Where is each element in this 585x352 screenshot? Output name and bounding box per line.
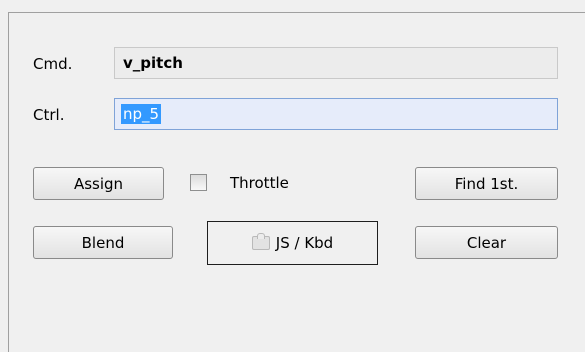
- js-kbd-button[interactable]: JS / Kbd: [207, 221, 378, 265]
- find-first-button[interactable]: Find 1st.: [415, 167, 558, 200]
- throttle-checkbox[interactable]: [190, 174, 207, 191]
- cmd-label: Cmd.: [33, 55, 73, 73]
- cmd-field: v_pitch: [114, 47, 558, 79]
- assign-button[interactable]: Assign: [33, 167, 164, 200]
- ctrl-input[interactable]: np_5: [114, 98, 558, 130]
- blend-button[interactable]: Blend: [33, 226, 173, 259]
- ctrl-value: np_5: [121, 104, 162, 124]
- js-kbd-label: JS / Kbd: [275, 234, 334, 252]
- clear-button[interactable]: Clear: [415, 226, 558, 259]
- ctrl-label: Ctrl.: [33, 106, 65, 124]
- joystick-icon: [251, 233, 270, 250]
- throttle-label: Throttle: [230, 174, 289, 192]
